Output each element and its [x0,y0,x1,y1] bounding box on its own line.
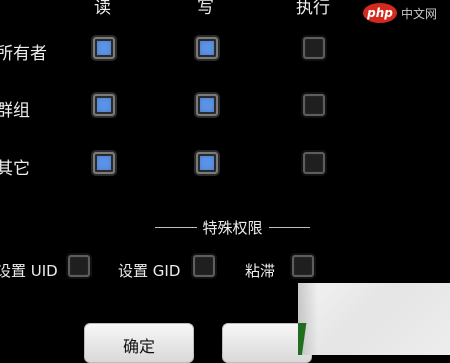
other-execute-checkbox[interactable] [303,152,325,174]
divider-line-left [155,226,197,228]
setgid-checkbox[interactable] [193,255,215,277]
owner-execute-checkbox[interactable] [303,37,325,59]
setuid-checkbox[interactable] [68,255,90,277]
other-read-checkbox[interactable] [93,152,115,174]
sticky-label: 粘滞 [245,262,276,280]
php-logo-icon: php [363,3,397,23]
group-read-checkbox[interactable] [93,94,115,116]
row-label-other: 其它 [0,159,30,179]
special-permissions-title: 特殊权限 [202,218,263,237]
setgid-label: 设置 GID [118,262,181,280]
column-header-read: 读 [94,0,111,18]
group-write-checkbox[interactable] [196,94,218,116]
setuid-label: 设置 UID [0,262,58,280]
sticky-checkbox[interactable] [292,255,314,277]
ok-button[interactable]: 确定 [84,323,194,363]
divider-line-right [268,226,311,228]
row-label-owner: 所有者 [0,44,47,64]
special-permissions-divider: 特殊权限 [155,217,311,237]
other-write-checkbox[interactable] [196,152,218,174]
owner-write-checkbox[interactable] [196,37,218,59]
owner-read-checkbox[interactable] [93,37,115,59]
row-label-group: 群组 [0,101,30,121]
group-execute-checkbox[interactable] [303,94,325,116]
column-header-execute: 执行 [296,0,330,18]
site-watermark: php 中文网 [363,2,447,24]
column-header-write: 写 [197,0,214,18]
watermark-text: 中文网 [401,6,438,21]
overlay-thumbnail [298,283,450,355]
